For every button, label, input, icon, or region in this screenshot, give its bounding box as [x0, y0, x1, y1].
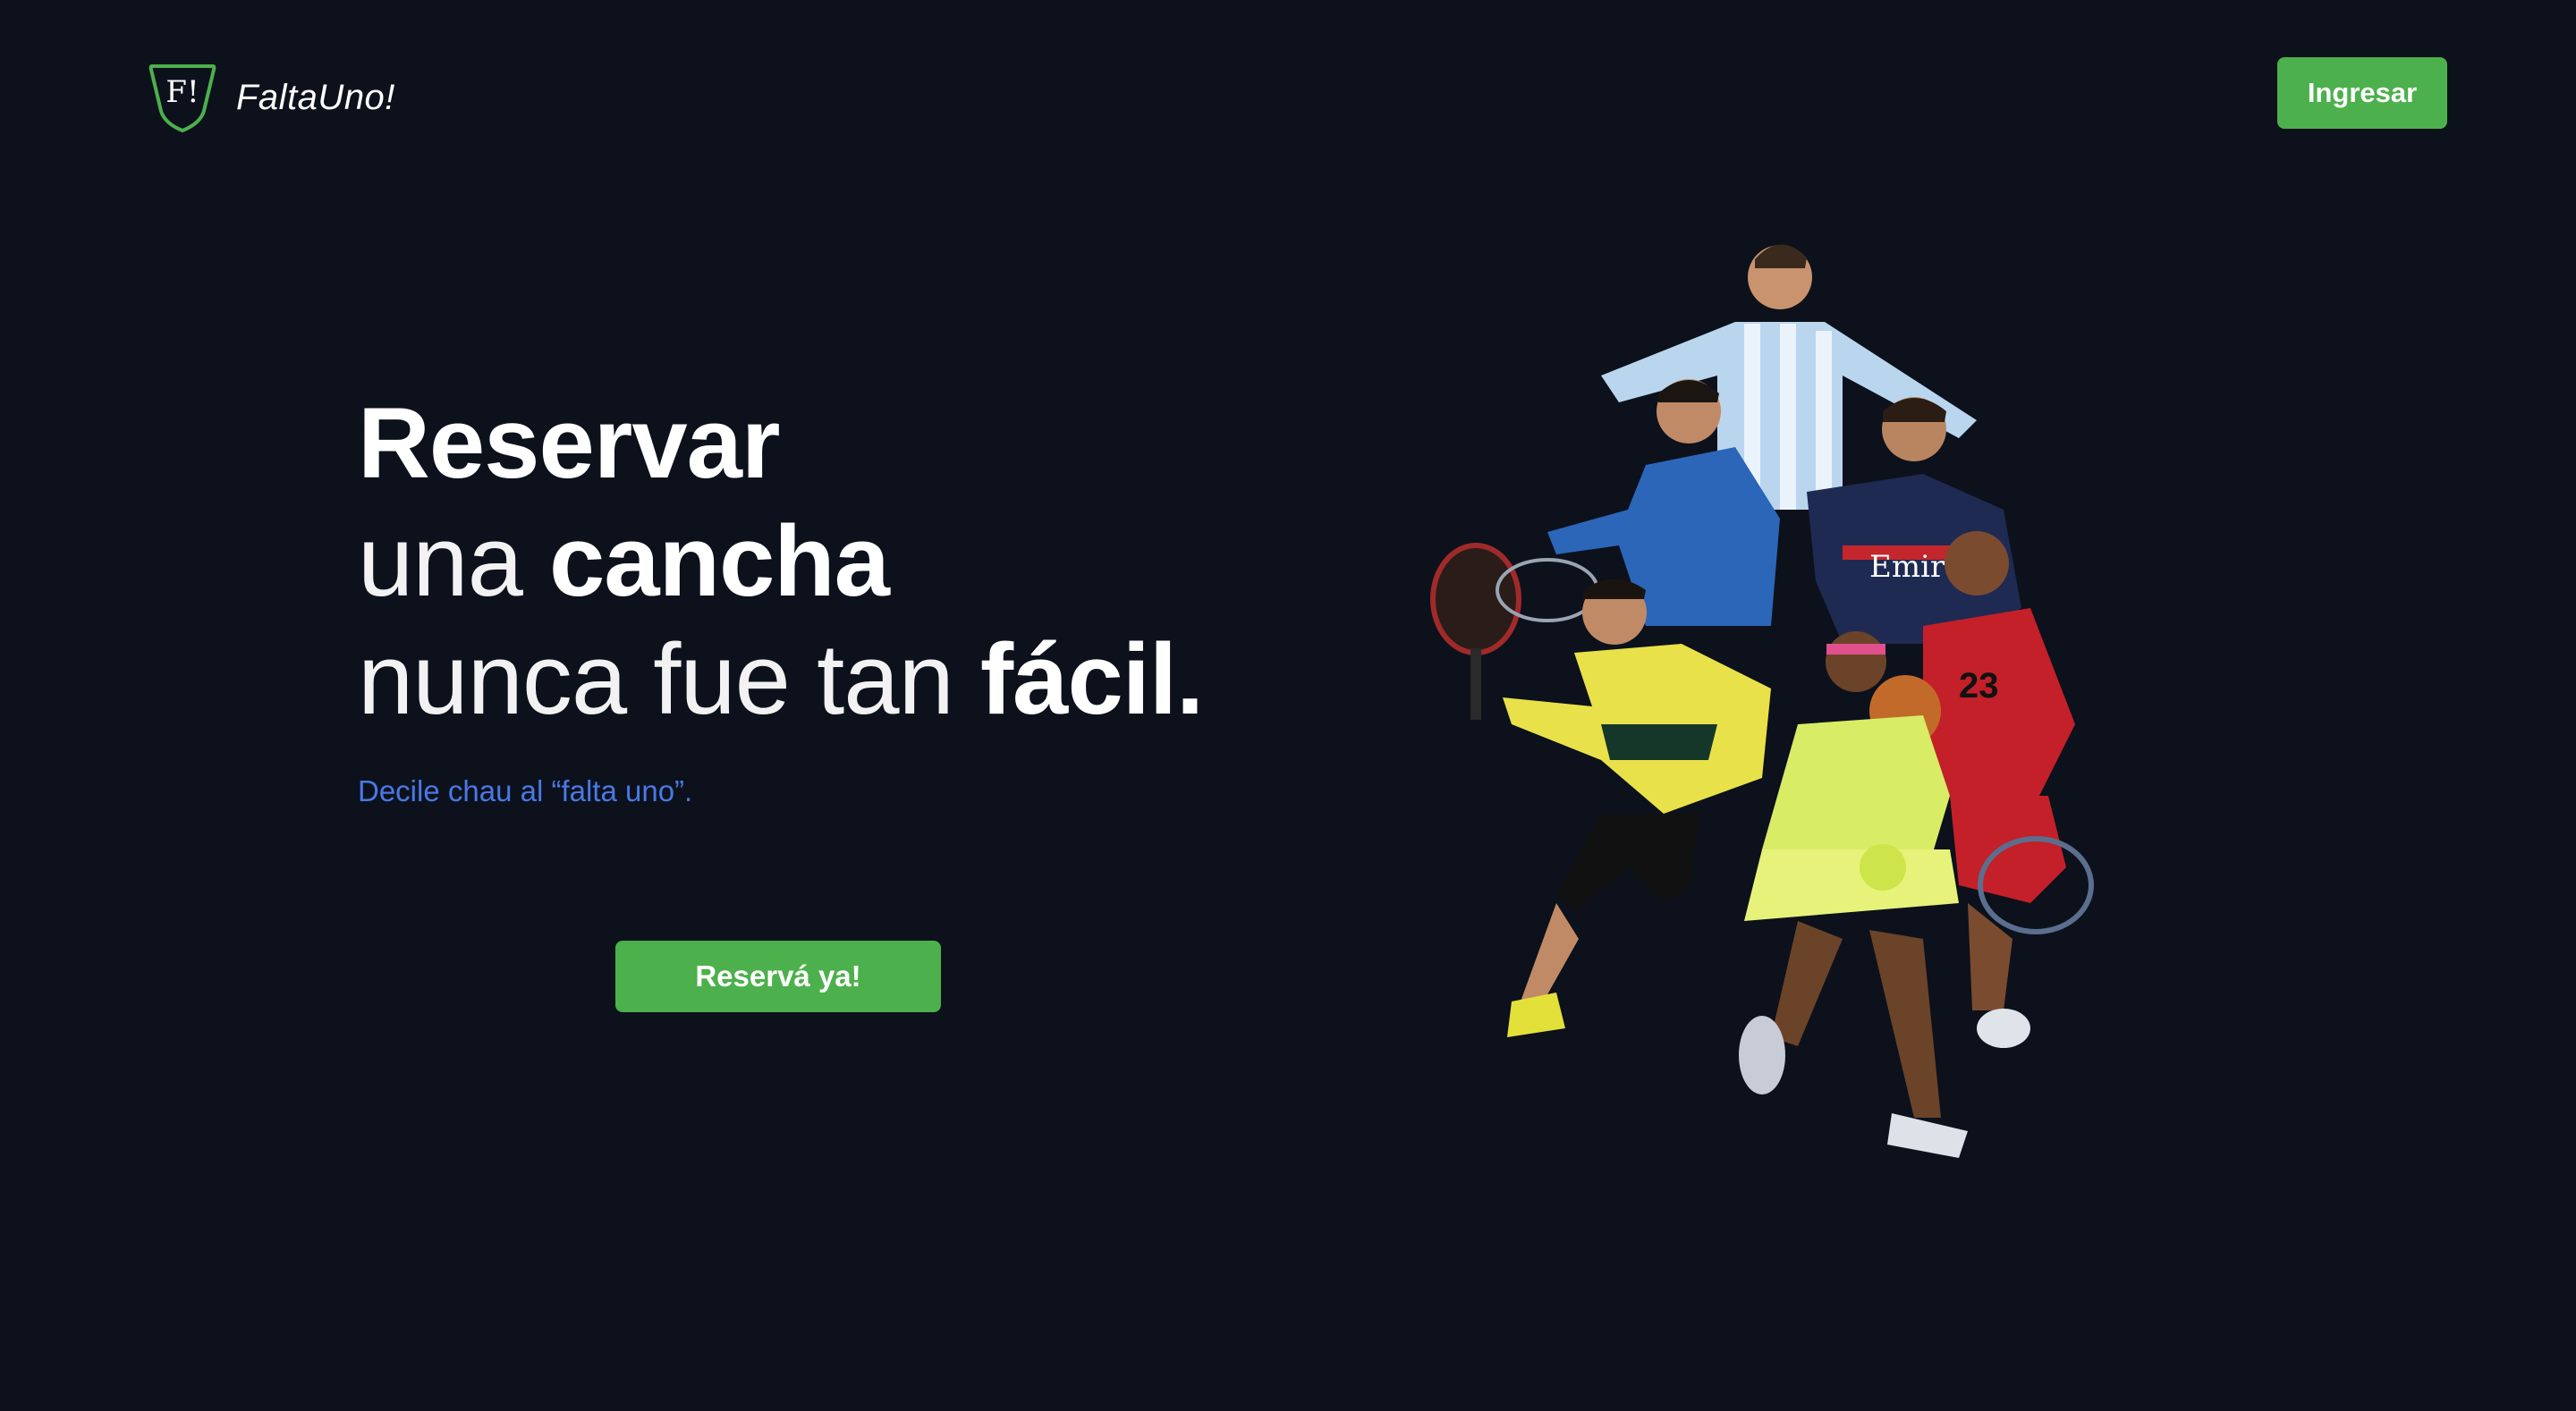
hero-word-cancha: cancha: [548, 505, 890, 617]
book-now-button[interactable]: Reservá ya!: [615, 941, 941, 1012]
hero-heading: Reservar una cancha nunca fue tan fácil.: [358, 384, 1204, 739]
hero-text-nunca: nunca fue tan: [358, 623, 980, 735]
login-button[interactable]: Ingresar: [2277, 57, 2447, 129]
landing-page: F! FaltaUno! Ingresar Reservar una canch…: [0, 0, 2576, 1411]
hero-line-1: Reservar: [358, 384, 1203, 503]
brand-logo[interactable]: F! FaltaUno!: [147, 61, 395, 134]
athletes-collage-image: Emirates 23: [1430, 244, 2094, 1158]
hero-word-reservar: Reservar: [358, 387, 780, 499]
hero-tagline: Decile chau al “falta uno”.: [358, 774, 693, 807]
hero-word-facil: fácil.: [979, 623, 1204, 735]
svg-text:23: 23: [1959, 666, 1999, 706]
hero-line-3: nunca fue tan fácil.: [358, 621, 1204, 739]
brand-mark-text: F!: [165, 74, 199, 110]
hero-text-una: una: [358, 505, 549, 617]
brand-name: FaltaUno!: [236, 77, 395, 117]
shield-logo-icon: F!: [148, 64, 216, 133]
hero-line-2: una cancha: [358, 503, 1203, 621]
